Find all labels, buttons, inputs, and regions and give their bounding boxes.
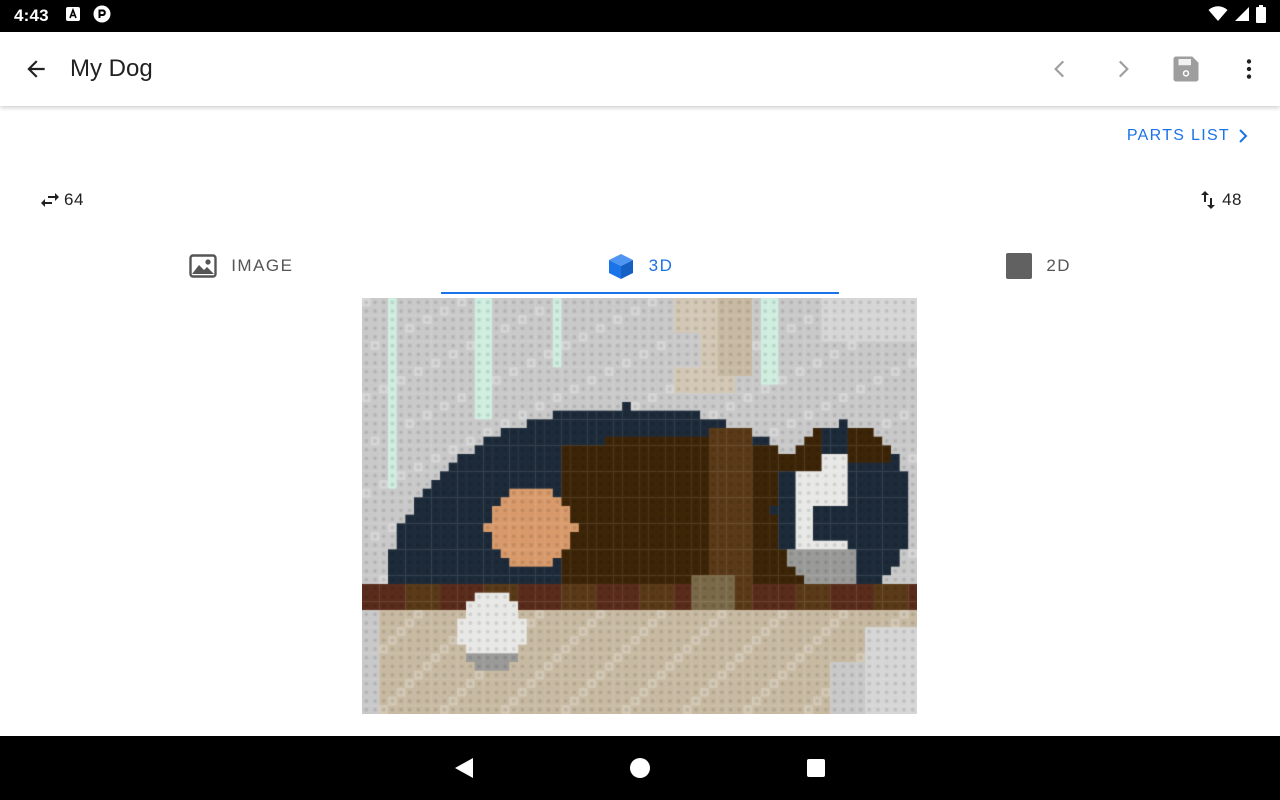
more-options-button[interactable]: [1217, 32, 1280, 106]
cube-icon: [608, 254, 633, 279]
mosaic-canvas: [362, 298, 917, 714]
circle-home-icon: [630, 758, 650, 778]
tab-3d-label: 3D: [648, 256, 674, 275]
swap-vert-icon: [1201, 191, 1216, 209]
triangle-back-icon: [455, 758, 473, 778]
wifi-icon: [1208, 5, 1228, 27]
app-bar: My Dog: [0, 32, 1280, 106]
chevron-right-icon: [1118, 60, 1129, 78]
square-recents-icon: [807, 759, 825, 777]
view-tabs: IMAGE 3D 2D: [42, 238, 1238, 294]
save-icon: [1173, 56, 1198, 82]
swap-horiz-icon: [41, 193, 59, 207]
tab-2d[interactable]: 2D: [839, 238, 1238, 294]
mosaic-width: 64: [38, 188, 84, 212]
chevron-left-icon: [1053, 60, 1064, 78]
previous-button[interactable]: [1028, 32, 1091, 106]
signal-icon: [1234, 6, 1250, 27]
mosaic-width-value: 64: [64, 190, 84, 209]
parts-list-label: PARTS LIST: [1126, 127, 1230, 144]
tab-2d-label: 2D: [1046, 256, 1072, 275]
nav-home-button[interactable]: [620, 748, 660, 788]
battery-icon: [1256, 4, 1266, 28]
mosaic-height-value: 48: [1222, 190, 1242, 209]
status-bar: 4:43: [0, 0, 1280, 32]
square-icon: [1006, 253, 1033, 279]
back-button[interactable]: [0, 32, 72, 106]
tab-image[interactable]: IMAGE: [42, 238, 441, 294]
more-vert-icon: [1246, 59, 1251, 79]
status-time: 4:43: [14, 6, 49, 25]
arrow-back-icon: [27, 60, 45, 78]
page-title: My Dog: [70, 55, 153, 82]
next-button[interactable]: [1091, 32, 1154, 106]
mosaic-height: 48: [1196, 188, 1242, 212]
chevron-right-icon: [1239, 129, 1248, 143]
save-button[interactable]: [1154, 32, 1217, 106]
app-bar-actions: [1028, 32, 1280, 106]
image-icon: [189, 254, 217, 278]
notification-icons: [65, 5, 111, 28]
mosaic-preview[interactable]: [362, 298, 917, 714]
nav-back-button[interactable]: [444, 748, 484, 788]
navigation-bar: [0, 736, 1280, 800]
system-status-icons: [1208, 4, 1266, 28]
parts-list-link[interactable]: PARTS LIST: [1127, 122, 1250, 150]
tab-image-label: IMAGE: [231, 256, 294, 275]
tab-3d[interactable]: 3D: [440, 238, 840, 294]
font-notification-icon: [65, 6, 81, 27]
nav-recents-button[interactable]: [796, 748, 836, 788]
app-notification-icon: [93, 5, 111, 28]
